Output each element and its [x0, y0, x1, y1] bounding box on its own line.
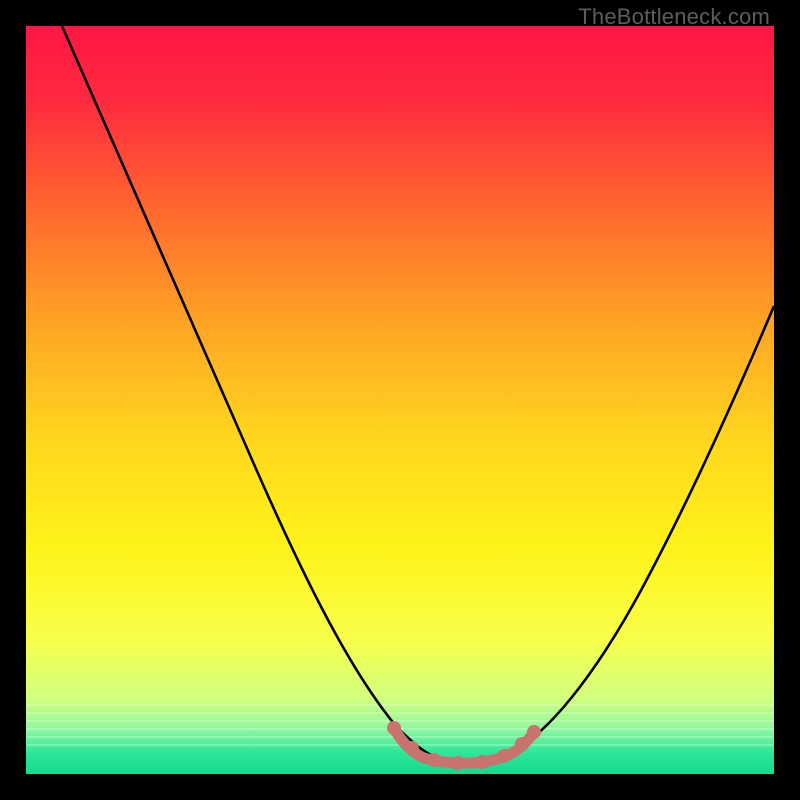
gradient-background: [26, 26, 774, 774]
chart-frame: [26, 26, 774, 774]
chart-canvas: [26, 26, 774, 774]
